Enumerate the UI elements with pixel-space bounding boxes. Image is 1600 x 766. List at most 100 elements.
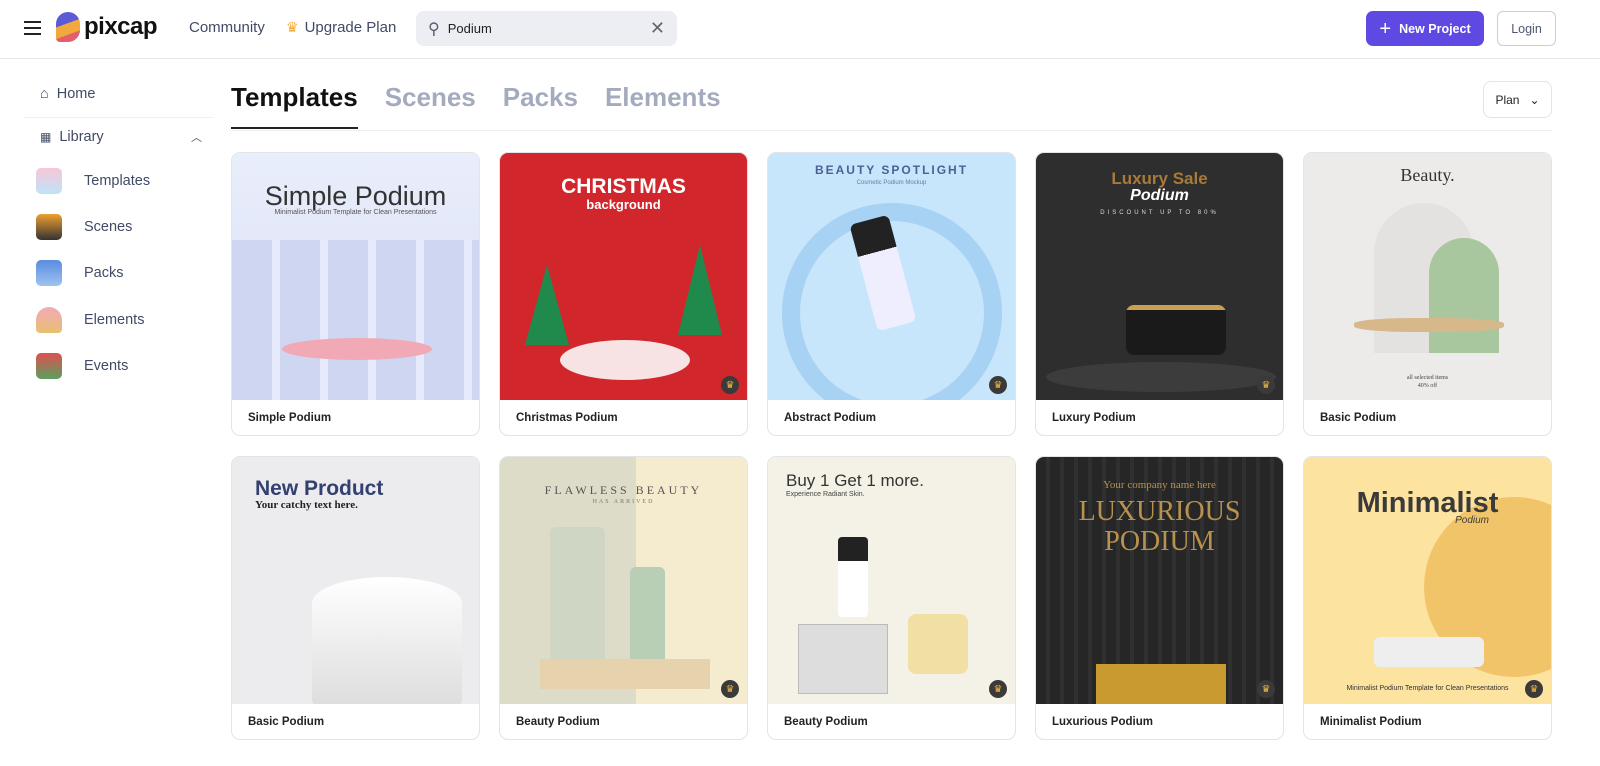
thumbnail-text: background — [586, 197, 661, 212]
login-button[interactable]: Login — [1497, 11, 1556, 46]
upgrade-plan-link[interactable]: ♛ Upgrade Plan — [286, 19, 396, 36]
tab-packs[interactable]: Packs — [503, 82, 578, 129]
template-thumbnail: FLAWLESS BEAUTY HAS ARRIVED ♛ — [500, 457, 747, 704]
home-label: Home — [56, 86, 96, 102]
thumbnail-text: Podium — [1455, 515, 1489, 526]
thumbnail-text: DISCOUNT UP TO 80% — [1100, 210, 1219, 216]
sidebar-item-events[interactable]: Events — [36, 353, 128, 379]
sidebar-item-scenes[interactable]: Scenes — [36, 214, 132, 240]
new-project-label: New Project — [1399, 21, 1471, 36]
search-bar: ⚲ ✕ — [416, 11, 677, 46]
elements-label: Elements — [84, 312, 145, 328]
sidebar-item-templates[interactable]: Templates — [36, 168, 150, 194]
template-title: Basic Podium — [248, 716, 325, 728]
sidebar-item-home[interactable]: ⌂ Home — [40, 86, 95, 102]
sidebar-item-packs[interactable]: Packs — [36, 260, 124, 286]
chevron-up-icon[interactable]: ︿ — [191, 129, 202, 145]
chevron-down-icon: ⌄ — [1529, 92, 1540, 107]
template-thumbnail: Luxury Sale Podium DISCOUNT UP TO 80% ♛ — [1036, 153, 1283, 400]
template-card[interactable]: FLAWLESS BEAUTY HAS ARRIVED ♛ Beauty Podium — [499, 456, 748, 740]
premium-crown-icon: ♛ — [721, 680, 739, 698]
thumbnail-text: Podium — [1130, 187, 1189, 204]
clear-search-icon[interactable]: ✕ — [650, 18, 665, 39]
pixcap-logo-icon — [56, 12, 80, 42]
crown-icon: ♛ — [286, 19, 299, 35]
template-title: Basic Podium — [1320, 412, 1397, 424]
plan-filter-label: Plan — [1495, 92, 1520, 107]
thumbnail-text: Your catchy text here. — [255, 499, 358, 511]
plan-filter-dropdown[interactable]: Plan ⌄ — [1483, 81, 1552, 118]
search-icon: ⚲ — [428, 20, 440, 38]
template-title: Minimalist Podium — [1320, 716, 1422, 728]
divider — [24, 117, 214, 118]
premium-crown-icon: ♛ — [1257, 376, 1275, 394]
template-thumbnail: New Product Your catchy text here. — [232, 457, 479, 704]
thumbnail-text: New Product — [255, 477, 384, 500]
template-title: Luxury Podium — [1052, 412, 1136, 424]
search-input[interactable] — [447, 21, 650, 36]
thumbnail-text: Minimalist Podium Template for Clean Pre… — [274, 209, 437, 216]
top-bar: pixcap Community ♛ Upgrade Plan ⚲ ✕ + New … — [0, 0, 1600, 59]
scenes-icon — [36, 214, 62, 240]
tab-elements[interactable]: Elements — [605, 82, 721, 129]
home-icon: ⌂ — [40, 86, 49, 102]
community-link[interactable]: Community — [189, 19, 265, 36]
sidebar-item-elements[interactable]: Elements — [36, 307, 144, 333]
library-label: Library — [59, 129, 104, 145]
scenes-label: Scenes — [84, 219, 133, 235]
premium-crown-icon: ♛ — [1525, 680, 1543, 698]
events-label: Events — [84, 358, 129, 374]
thumbnail-text: all selected items — [1406, 375, 1449, 381]
template-thumbnail: Simple Podium Minimalist Podium Template … — [232, 153, 479, 400]
sidebar-item-library[interactable]: ▦ Library ︿ — [40, 129, 202, 145]
templates-label: Templates — [84, 173, 151, 189]
brand-name: pixcap — [84, 13, 158, 40]
template-card[interactable]: CHRISTMAS background ♛ Christmas Podium — [499, 152, 748, 436]
template-title: Abstract Podium — [784, 412, 877, 424]
thumbnail-text: Minimalist — [1356, 487, 1499, 519]
template-title: Beauty Podium — [516, 716, 600, 728]
premium-crown-icon: ♛ — [989, 376, 1007, 394]
thumbnail-text: FLAWLESS BEAUTY — [544, 483, 703, 497]
thumbnail-text: Luxury Sale — [1111, 169, 1208, 188]
elements-icon — [36, 307, 62, 333]
premium-crown-icon: ♛ — [989, 680, 1007, 698]
template-thumbnail: Minimalist Podium Minimalist Podium Templa… — [1304, 457, 1551, 704]
thumbnail-text: 40% off — [1417, 383, 1438, 389]
thumbnail-text: Cosmetic Podium Mockup — [856, 180, 927, 186]
menu-icon[interactable] — [24, 21, 41, 35]
thumbnail-text: LUXURIOUS PODIUM — [1078, 496, 1241, 557]
template-grid: Simple Podium Minimalist Podium Template … — [231, 152, 1552, 740]
template-card[interactable]: Luxury Sale Podium DISCOUNT UP TO 80% ♛ Luxu… — [1035, 152, 1284, 436]
template-title: Simple Podium — [248, 412, 332, 424]
thumbnail-text: HAS ARRIVED — [592, 499, 655, 505]
logo[interactable]: pixcap — [56, 12, 158, 42]
tab-templates[interactable]: Templates — [231, 82, 358, 129]
new-project-button[interactable]: + New Project — [1366, 11, 1484, 46]
premium-crown-icon: ♛ — [1257, 680, 1275, 698]
tab-scenes[interactable]: Scenes — [385, 82, 476, 129]
template-title: Christmas Podium — [516, 412, 618, 424]
grid-icon: ▦ — [40, 130, 52, 144]
packs-icon — [36, 260, 62, 286]
template-card[interactable]: BEAUTY SPOTLIGHT Cosmetic Podium Mockup ♛ A… — [767, 152, 1016, 436]
template-card[interactable]: Buy 1 Get 1 more. Experience Radiant Skin… — [767, 456, 1016, 740]
template-thumbnail: Beauty. all selected items 40% off — [1304, 153, 1551, 400]
thumbnail-text: Beauty. — [1400, 165, 1455, 185]
thumbnail-text: CHRISTMAS — [561, 175, 686, 198]
template-thumbnail: Your company name here LUXURIOUS PODIUM ♛ — [1036, 457, 1283, 704]
template-card[interactable]: Beauty. all selected items 40% off Basic Po… — [1303, 152, 1552, 436]
template-thumbnail: BEAUTY SPOTLIGHT Cosmetic Podium Mockup ♛ — [768, 153, 1015, 400]
events-icon — [36, 353, 62, 379]
thumbnail-text: Minimalist Podium Template for Clean Pre… — [1346, 685, 1509, 692]
template-title: Luxurious Podium — [1052, 716, 1153, 728]
template-card[interactable]: New Product Your catchy text here. Basic P… — [231, 456, 480, 740]
thumbnail-text: Your company name here — [1103, 479, 1216, 491]
template-card[interactable]: Your company name here LUXURIOUS PODIUM ♛ L… — [1035, 456, 1284, 740]
template-title: Beauty Podium — [784, 716, 868, 728]
template-card[interactable]: Minimalist Podium Minimalist Podium Templa… — [1303, 456, 1552, 740]
template-card[interactable]: Simple Podium Minimalist Podium Template … — [231, 152, 480, 436]
upgrade-plan-label: Upgrade Plan — [304, 19, 397, 36]
template-thumbnail: CHRISTMAS background ♛ — [500, 153, 747, 400]
plus-icon: + — [1379, 17, 1392, 40]
